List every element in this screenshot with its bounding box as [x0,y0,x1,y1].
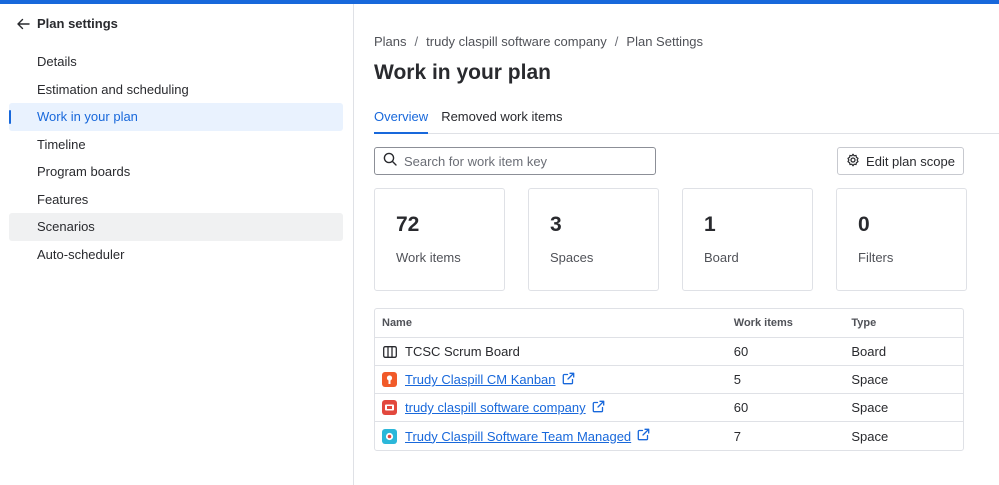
row-work-items: 7 [733,428,742,444]
external-link-icon[interactable] [562,372,575,388]
external-link-icon[interactable] [592,400,605,416]
space-link[interactable]: Trudy Claspill Software Team Managed [405,429,631,444]
sidebar-item-estimation-and-scheduling[interactable]: Estimation and scheduling [9,76,343,104]
breadcrumb-separator: / [414,34,419,49]
row-work-items: 60 [733,400,749,415]
row-name: TCSC Scrum Board [405,344,520,359]
stat-card-spaces: 3 Spaces [528,188,659,291]
row-work-items: 5 [733,372,742,387]
space-avatar-red-icon [382,400,397,415]
sidebar-nav: Details Estimation and scheduling Work i… [9,48,343,268]
search-input[interactable] [404,153,644,169]
tab-overview[interactable]: Overview [374,108,429,134]
stat-card-board: 1 Board [682,188,813,291]
sidebar-item-scenarios[interactable]: Scenarios [9,213,343,241]
row-type: Board [851,344,887,359]
column-header-work-items[interactable]: Work items [726,317,844,329]
row-work-items: 60 [733,344,749,359]
stat-label: Filters [858,250,894,265]
work-sources-table: Name Work items Type TCSC Scrum Board 60… [374,308,964,451]
stat-label: Spaces [550,250,594,265]
sidebar-item-details[interactable]: Details [9,48,343,76]
breadcrumb-plan-settings: Plan Settings [626,34,704,49]
external-link-icon[interactable] [637,428,650,444]
sidebar-item-auto-scheduler[interactable]: Auto-scheduler [9,241,343,269]
breadcrumb-plan-name[interactable]: trudy claspill software company [426,34,607,49]
back-to-plan-button[interactable]: Plan settings [16,16,118,31]
space-link[interactable]: trudy claspill software company [405,400,586,415]
stats-row: 72 Work items 3 Spaces 1 Board 0 Filters [374,188,967,291]
stat-label: Work items [396,250,461,265]
table-row: Trudy Claspill Software Team Managed 7 S… [375,422,963,450]
search-icon [383,152,397,171]
stat-card-work-items: 72 Work items [374,188,505,291]
sidebar-item-work-in-your-plan[interactable]: Work in your plan [9,103,343,131]
page-title: Work in your plan [374,61,551,84]
table-row: TCSC Scrum Board 60 Board [375,338,963,366]
sidebar-title: Plan settings [37,16,118,31]
sidebar-item-features[interactable]: Features [9,186,343,214]
stat-label: Board [704,250,739,265]
tab-bar: Overview Removed work items [374,108,999,134]
stat-value: 0 [858,213,870,236]
tab-removed-work-items[interactable]: Removed work items [441,108,562,134]
stat-card-filters: 0 Filters [836,188,967,291]
table-row: trudy claspill software company 60 Space [375,394,963,422]
breadcrumb: Plans / trudy claspill software company … [374,34,703,49]
main-content: Plans / trudy claspill software company … [354,4,999,485]
board-icon [382,344,397,359]
edit-plan-scope-button[interactable]: Edit plan scope [837,147,964,175]
table-header: Name Work items Type [375,309,963,338]
table-row: Trudy Claspill CM Kanban 5 Space [375,366,963,394]
row-type: Space [851,372,889,387]
space-link[interactable]: Trudy Claspill CM Kanban [405,372,556,387]
sidebar: Plan settings Details Estimation and sch… [0,4,354,485]
arrow-left-icon [16,17,30,31]
sidebar-item-program-boards[interactable]: Program boards [9,158,343,186]
row-type: Space [851,400,889,415]
stat-value: 1 [704,213,716,236]
space-avatar-teal-icon [382,428,397,444]
row-type: Space [851,428,889,444]
gear-icon [846,153,860,170]
edit-plan-scope-label: Edit plan scope [866,153,955,169]
search-field[interactable] [374,147,656,175]
stat-value: 72 [396,213,420,236]
breadcrumb-plans[interactable]: Plans [374,34,407,49]
breadcrumb-separator: / [614,34,619,49]
column-header-name[interactable]: Name [375,317,726,329]
stat-value: 3 [550,213,562,236]
sidebar-item-timeline[interactable]: Timeline [9,131,343,159]
space-avatar-orange-icon [382,372,397,387]
column-header-type[interactable]: Type [843,317,963,329]
